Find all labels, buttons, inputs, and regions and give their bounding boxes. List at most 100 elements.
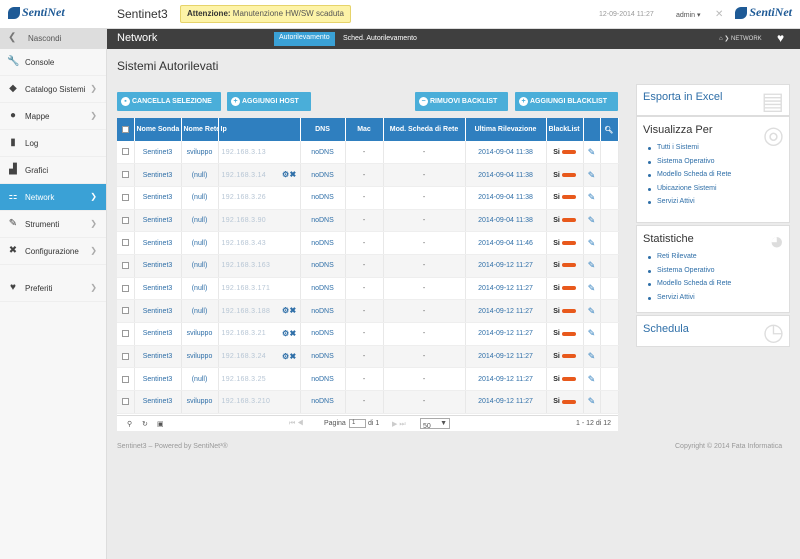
ip-address[interactable]: 192.168.3.163 xyxy=(222,262,271,269)
ip-address[interactable]: 192.168.3.21 xyxy=(222,330,266,337)
list-item[interactable]: Sistema Operativo xyxy=(648,158,789,172)
pencil-icon[interactable]: ✎ xyxy=(588,351,596,361)
ip-address[interactable]: 192.168.3.90 xyxy=(222,217,266,224)
breadcrumb[interactable]: ⌂ ❯ NETWORK xyxy=(719,35,762,42)
row-checkbox[interactable] xyxy=(121,330,129,338)
ip-address[interactable]: 192.168.3.14 xyxy=(222,172,266,179)
cell-edit[interactable]: ✎ xyxy=(583,345,601,369)
cell-edit[interactable]: ✎ xyxy=(583,322,601,346)
page-number-input[interactable]: 1 xyxy=(349,419,366,428)
cell-sonda[interactable]: Sentinet3 xyxy=(134,367,182,392)
cell-sonda[interactable]: Sentinet3 xyxy=(134,345,182,369)
cell-sonda[interactable]: Sentinet3 xyxy=(134,322,182,346)
add-blacklist-button[interactable]: + AGGIUNGI BLACKLIST xyxy=(515,92,618,111)
panel-esporta-excel[interactable]: Esporta in Excel ▤ xyxy=(636,84,790,116)
pencil-icon[interactable]: ✎ xyxy=(588,283,596,293)
cell-ip[interactable]: 192.168.3.163 xyxy=(218,254,301,278)
table-row[interactable]: Sentinet3 (null) 192.168.3.43 noDNS - -2014-0… xyxy=(117,231,619,255)
ip-address[interactable]: 192.168.3.13 xyxy=(222,149,266,156)
cell-sonda[interactable]: Sentinet3 xyxy=(134,186,182,210)
table-row[interactable]: Sentinet3 (null) 192.168.3.90 noDNS - -2014-0… xyxy=(117,209,619,233)
sidebar-item-configurazione[interactable]: ✖ Configurazione ❯ xyxy=(0,238,106,265)
row-checkbox[interactable] xyxy=(121,171,129,179)
table-row[interactable]: Sentinet3 (null) 192.168.3.14 ⚙✖ noDNS - -2014… xyxy=(117,163,619,187)
cell-rete[interactable]: (null) xyxy=(181,299,219,323)
cell-edit[interactable]: ✎ xyxy=(583,254,601,278)
cell-ip[interactable]: 192.168.3.13 xyxy=(218,141,301,165)
cell-rete[interactable]: (null) xyxy=(181,254,219,278)
cell-ip[interactable]: 192.168.3.171 xyxy=(218,277,301,301)
cell-rete[interactable]: (null) xyxy=(181,277,219,301)
row-checkbox[interactable] xyxy=(121,307,129,315)
cell-rete[interactable]: sviluppo xyxy=(181,390,219,414)
remote-tools-icon[interactable]: ⚙✖ xyxy=(282,329,296,338)
cell-ip[interactable]: 192.168.3.24 ⚙✖ xyxy=(218,345,301,369)
row-checkbox[interactable] xyxy=(121,352,129,360)
table-row[interactable]: Sentinet3 (null) 192.168.3.188 ⚙✖ noDNS - -201… xyxy=(117,299,619,323)
cell-rete[interactable]: sviluppo xyxy=(181,322,219,346)
col-header-nome-sonda[interactable]: Nome Sonda xyxy=(134,118,182,141)
tab-sched-autorilevamento[interactable]: Sched. Autorilevamento xyxy=(343,35,417,42)
sidebar-item-preferiti[interactable]: ♥ Preferiti ❯ xyxy=(0,275,106,302)
table-row[interactable]: Sentinet3 sviluppo 192.168.3.13 noDNS - -2014… xyxy=(117,141,619,165)
cell-rete[interactable]: sviluppo xyxy=(181,141,219,165)
ip-address[interactable]: 192.168.3.171 xyxy=(222,285,271,292)
ip-address[interactable]: 192.168.3.210 xyxy=(222,398,271,405)
pencil-icon[interactable]: ✎ xyxy=(588,238,596,248)
cell-rete[interactable]: (null) xyxy=(181,367,219,392)
add-host-button[interactable]: + AGGIUNGI HOST xyxy=(227,92,311,111)
sidebar-item-mappe[interactable]: ● Mappe ❯ xyxy=(0,103,106,130)
list-item[interactable]: Modello Scheda di Rete xyxy=(648,280,789,294)
remote-tools-icon[interactable]: ⚙✖ xyxy=(282,170,296,179)
pencil-icon[interactable]: ✎ xyxy=(588,215,596,225)
cell-ip[interactable]: 192.168.3.43 xyxy=(218,231,301,255)
ip-address[interactable]: 192.168.3.24 xyxy=(222,353,266,360)
col-header-ultima-rilevazione[interactable]: Ultima Rilevazione xyxy=(465,118,547,141)
cell-sonda[interactable]: Sentinet3 xyxy=(134,254,182,278)
row-checkbox[interactable] xyxy=(121,284,129,292)
cell-ip[interactable]: 192.168.3.90 xyxy=(218,209,301,233)
cell-sonda[interactable]: Sentinet3 xyxy=(134,209,182,233)
table-row[interactable]: Sentinet3 (null) 192.168.3.171 noDNS - -2014-… xyxy=(117,277,619,301)
list-item[interactable]: Servizi Attivi xyxy=(648,198,789,212)
cell-edit[interactable]: ✎ xyxy=(583,231,601,255)
table-row[interactable]: Sentinet3 (null) 192.168.3.163 noDNS - -2014-… xyxy=(117,254,619,278)
cell-edit[interactable]: ✎ xyxy=(583,277,601,301)
cell-ip[interactable]: 192.168.3.210 xyxy=(218,390,301,414)
list-item[interactable]: Ubicazione Sistemi xyxy=(648,185,789,199)
cell-ip[interactable]: 192.168.3.14 ⚙✖ xyxy=(218,163,301,187)
row-checkbox[interactable] xyxy=(121,194,129,202)
refresh-icon[interactable]: ↻ xyxy=(142,420,148,428)
cell-sonda[interactable]: Sentinet3 xyxy=(134,141,182,165)
cell-edit[interactable]: ✎ xyxy=(583,141,601,165)
fullscreen-icon[interactable]: ✕ xyxy=(715,9,723,20)
cell-ip[interactable]: 192.168.3.21 ⚙✖ xyxy=(218,322,301,346)
cell-rete[interactable]: sviluppo xyxy=(181,345,219,369)
cell-ip[interactable]: 192.168.3.26 xyxy=(218,186,301,210)
favorite-heart-icon[interactable]: ♥ xyxy=(777,31,784,45)
list-item[interactable]: Modello Scheda di Rete xyxy=(648,171,789,185)
cell-sonda[interactable]: Sentinet3 xyxy=(134,231,182,255)
sidebar-item-log[interactable]: ▮ Log xyxy=(0,130,106,157)
last-page-icon[interactable]: ▶ ⏭ xyxy=(392,420,406,429)
col-header-dns[interactable]: DNS xyxy=(300,118,346,141)
cell-ip[interactable]: 192.168.3.188 ⚙✖ xyxy=(218,299,301,323)
row-checkbox[interactable] xyxy=(121,216,129,224)
sidebar-item-grafici[interactable]: ▟ Grafici xyxy=(0,157,106,184)
search-icon[interactable]: 🔍︎ xyxy=(605,127,614,134)
cell-edit[interactable]: ✎ xyxy=(583,163,601,187)
row-checkbox[interactable] xyxy=(121,262,129,270)
row-select-cell[interactable] xyxy=(117,141,135,165)
pencil-icon[interactable]: ✎ xyxy=(588,170,596,180)
row-checkbox[interactable] xyxy=(121,375,129,383)
cell-sonda[interactable]: Sentinet3 xyxy=(134,163,182,187)
table-row[interactable]: Sentinet3 sviluppo 192.168.3.24 ⚙✖ noDNS - -20… xyxy=(117,345,619,369)
row-select-cell[interactable] xyxy=(117,231,135,255)
row-select-cell[interactable] xyxy=(117,163,135,187)
pencil-icon[interactable]: ✎ xyxy=(588,396,596,406)
row-select-cell[interactable] xyxy=(117,277,135,301)
col-header-search[interactable]: 🔍︎ xyxy=(600,118,619,141)
cell-edit[interactable]: ✎ xyxy=(583,367,601,392)
cell-edit[interactable]: ✎ xyxy=(583,186,601,210)
cell-edit[interactable]: ✎ xyxy=(583,299,601,323)
